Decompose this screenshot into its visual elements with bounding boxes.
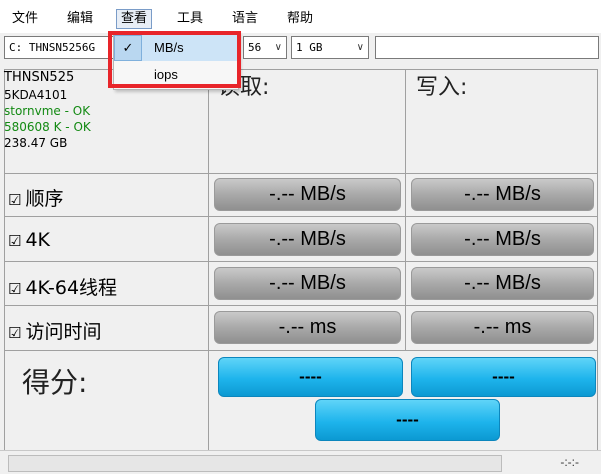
- menu-language[interactable]: 语言: [228, 9, 262, 29]
- row-label-text: 访问时间: [25, 321, 102, 343]
- check-icon: ✓: [114, 35, 142, 61]
- access-time-read-result[interactable]: -.-- ms: [214, 311, 401, 344]
- view-menu-item-label: iops: [154, 67, 178, 82]
- status-bar: -:-:-: [0, 450, 601, 474]
- score-label: 得分:: [22, 366, 88, 399]
- chevron-down-icon: ∨: [356, 42, 364, 53]
- checkbox-4k-64thread[interactable]: ☑: [8, 280, 21, 298]
- grid-line: [405, 69, 406, 350]
- progress-bar: [8, 455, 502, 472]
- view-dropdown-menu: ✓ MB/s iops: [113, 32, 239, 90]
- size-select[interactable]: 1 GB ∨: [291, 36, 369, 59]
- checkbox-access-time[interactable]: ☑: [8, 324, 21, 342]
- sequential-read-result[interactable]: -.-- MB/s: [214, 178, 401, 211]
- grid-line: [4, 173, 597, 174]
- sequential-write-result[interactable]: -.-- MB/s: [411, 178, 594, 211]
- view-menu-item-mbs[interactable]: ✓ MB/s: [114, 35, 238, 61]
- grid-line: [208, 69, 209, 450]
- elapsed-time: -:-:-: [560, 455, 579, 469]
- view-menu-item-label: MB/s: [154, 40, 184, 55]
- row-label-sequential[interactable]: ☑ 顺序: [8, 184, 63, 211]
- menu-help[interactable]: 帮助: [283, 9, 317, 29]
- passes-select[interactable]: 56 ∨: [243, 36, 287, 59]
- checkbox-sequential[interactable]: ☑: [8, 191, 21, 209]
- passes-select-value: 56: [248, 41, 262, 54]
- drive-select-value: C: THNSN5256G: [9, 41, 96, 54]
- toolbar: C: THNSN5256G 56 ∨ 1 GB ∨: [0, 33, 601, 61]
- row-label-text: 顺序: [25, 188, 64, 210]
- view-menu-item-iops[interactable]: iops: [114, 62, 238, 88]
- row-label-text: 4K-64线程: [25, 277, 118, 299]
- 4k-64thread-write-result[interactable]: -.-- MB/s: [411, 267, 594, 300]
- menu-view[interactable]: 查看: [116, 9, 153, 29]
- drive-capacity: 238.47 GB: [4, 136, 68, 150]
- grid-line: [4, 261, 597, 262]
- score-write[interactable]: ----: [411, 357, 596, 397]
- row-label-access-time[interactable]: ☑ 访问时间: [8, 317, 101, 344]
- row-label-text: 4K: [25, 229, 51, 251]
- checkbox-4k[interactable]: ☑: [8, 232, 21, 250]
- driver-status: stornvme - OK: [4, 104, 91, 118]
- menu-tools[interactable]: 工具: [173, 9, 207, 29]
- grid-line: [597, 69, 598, 450]
- alignment-status: 580608 K - OK: [4, 120, 91, 134]
- 4k-64thread-read-result[interactable]: -.-- MB/s: [214, 267, 401, 300]
- menu-bar: 文件 编辑 查看 工具 语言 帮助: [0, 0, 601, 33]
- size-select-value: 1 GB: [296, 41, 323, 54]
- row-label-4k[interactable]: ☑ 4K: [8, 229, 50, 251]
- grid-line: [4, 216, 597, 217]
- 4k-read-result[interactable]: -.-- MB/s: [214, 223, 401, 256]
- grid-line: [4, 350, 597, 351]
- row-label-4k-64thread[interactable]: ☑ 4K-64线程: [8, 273, 117, 300]
- chevron-down-icon: ∨: [274, 42, 282, 53]
- path-input[interactable]: [375, 36, 599, 59]
- menu-file[interactable]: 文件: [8, 9, 42, 29]
- write-column-header: 写入:: [416, 75, 468, 100]
- 4k-write-result[interactable]: -.-- MB/s: [411, 223, 594, 256]
- score-read[interactable]: ----: [218, 357, 403, 397]
- grid-line: [4, 305, 597, 306]
- menu-edit[interactable]: 编辑: [63, 9, 97, 29]
- access-time-write-result[interactable]: -.-- ms: [411, 311, 594, 344]
- score-total[interactable]: ----: [315, 399, 500, 441]
- benchmark-panel: THNSN525 5KDA4101 stornvme - OK 580608 K…: [0, 61, 601, 450]
